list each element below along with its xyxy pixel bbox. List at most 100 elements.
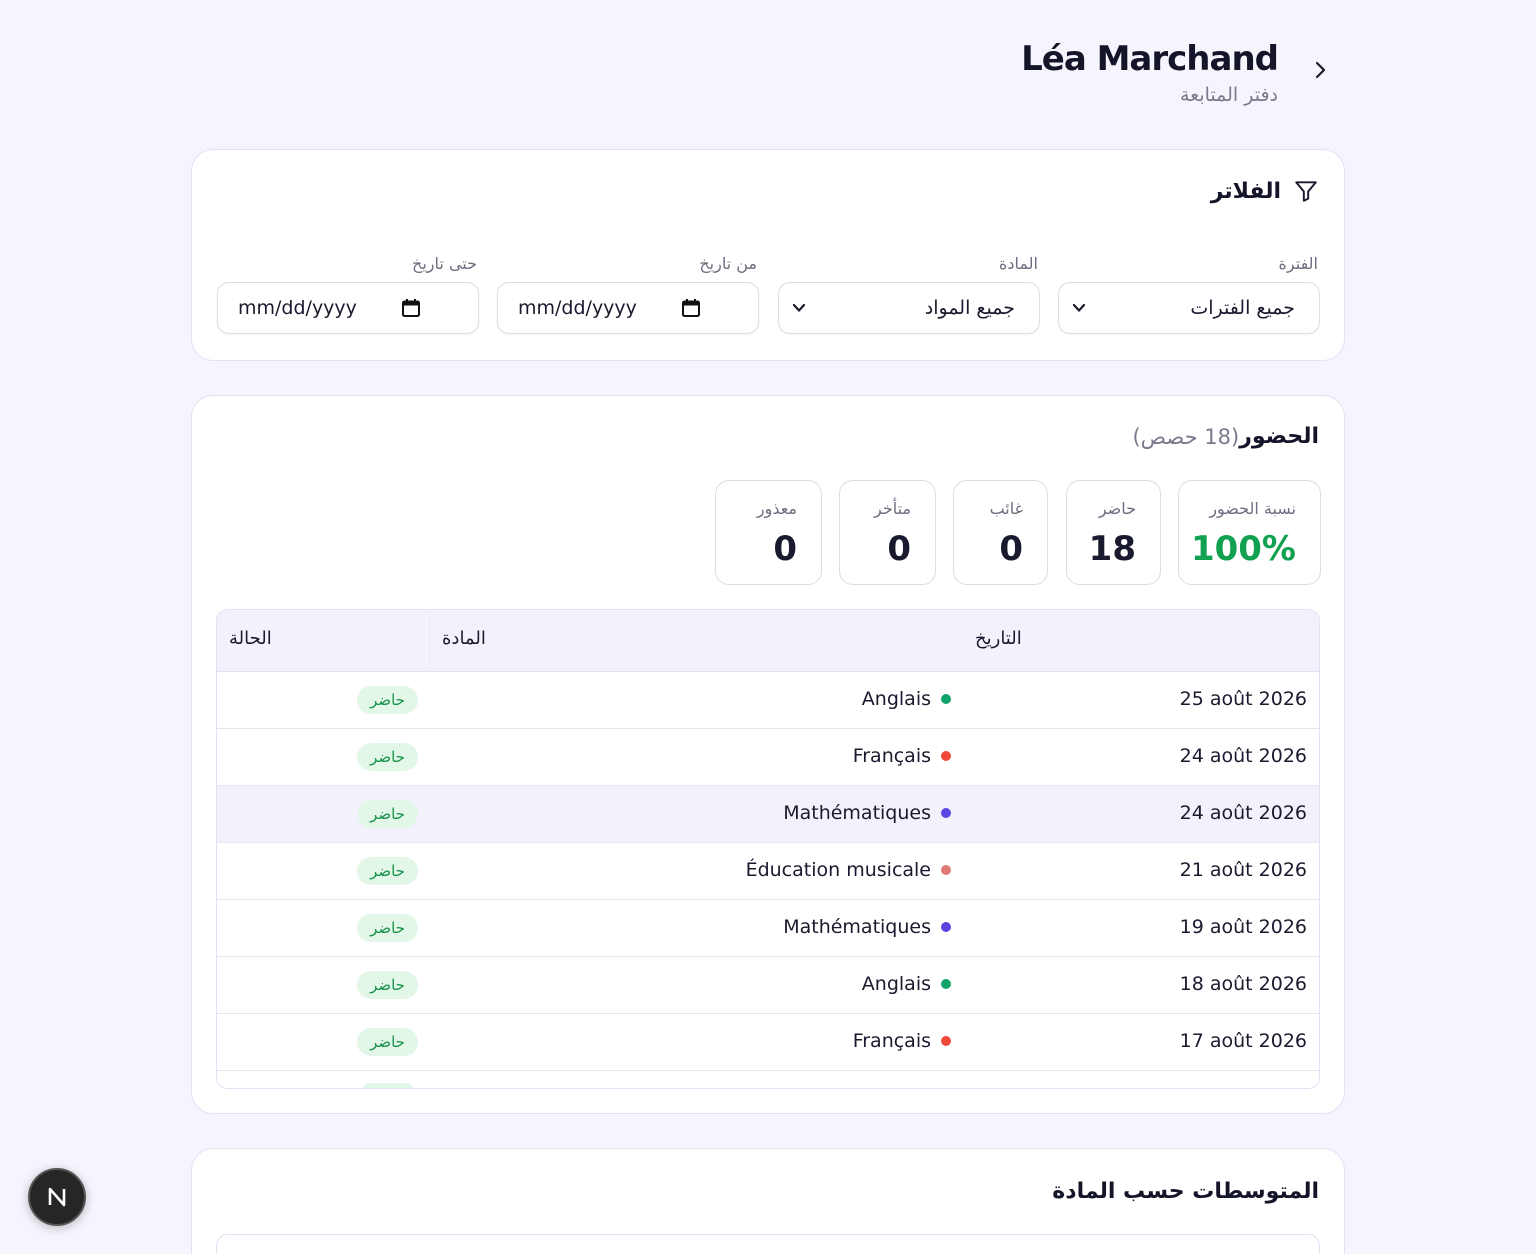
status-badge: حاضر [357, 914, 418, 942]
from-date-value: mm/dd/yyyy [518, 297, 637, 319]
row-subject: Anglais [862, 688, 951, 710]
to-date-input[interactable]: mm/dd/yyyy [217, 282, 479, 334]
averages-table [216, 1234, 1320, 1254]
stat-late-label: متأخر [874, 499, 911, 518]
row-subject-label: Français [852, 745, 931, 767]
table-row-partial[interactable] [217, 1071, 1319, 1088]
stat-excused: معذور 0 [715, 480, 822, 585]
table-row[interactable]: 18 août 2026 Anglais حاضر [217, 957, 1319, 1014]
table-row[interactable]: 21 août 2026 Éducation musicale حاضر [217, 843, 1319, 900]
subject-select-value: جميع المواد [924, 297, 1015, 319]
to-date-label: حتى تاريخ [412, 254, 477, 273]
table-row[interactable]: 24 août 2026 Mathématiques حاضر [217, 786, 1319, 843]
column-subject[interactable]: المادة [442, 628, 486, 649]
from-date-label: من تاريخ [699, 254, 757, 273]
stat-excused-label: معذور [756, 499, 797, 518]
stat-absent-value: 0 [999, 529, 1023, 569]
subject-filter: المادة جميع المواد [778, 250, 1040, 334]
stat-rate: نسبة الحضور 100% [1178, 480, 1321, 585]
chevron-right-icon [1315, 61, 1326, 79]
filters-card: الفلاتر الفترة جميع الفترات المادة جميع … [191, 149, 1345, 361]
table-header: الحالة المادة التاريخ [217, 610, 1319, 672]
chevron-down-icon [1072, 303, 1086, 312]
averages-card: المتوسطات حسب المادة [191, 1148, 1345, 1254]
row-date: 19 août 2026 [1179, 916, 1307, 938]
subject-color-dot [941, 1036, 951, 1046]
attendance-heading: الحضور (18 حصص) [1132, 424, 1319, 449]
stat-absent: غائب 0 [953, 480, 1048, 585]
subject-color-dot [941, 922, 951, 932]
row-date: 25 août 2026 [1179, 688, 1307, 710]
nextjs-dev-badge[interactable] [28, 1168, 86, 1226]
back-button[interactable] [1308, 58, 1332, 82]
title-block: Léa Marchand دفتر المتابعة [1021, 36, 1279, 106]
subject-color-dot [941, 808, 951, 818]
table-row[interactable]: 17 août 2026 Français حاضر [217, 1014, 1319, 1071]
chevron-down-icon [792, 303, 806, 312]
column-date[interactable]: التاريخ [975, 628, 1022, 649]
table-row[interactable]: 24 août 2026 Français حاضر [217, 729, 1319, 786]
stat-late-value: 0 [887, 529, 911, 569]
stat-rate-value: 100% [1190, 529, 1296, 569]
subject-color-dot [941, 694, 951, 704]
status-badge: حاضر [357, 857, 418, 885]
subject-select[interactable]: جميع المواد [778, 282, 1040, 334]
row-date: 24 août 2026 [1179, 745, 1307, 767]
status-badge: حاضر [357, 971, 418, 999]
status-badge: حاضر [357, 800, 418, 828]
stat-excused-value: 0 [773, 529, 797, 569]
stat-absent-label: غائب [989, 499, 1023, 518]
period-select-value: جميع الفترات [1190, 297, 1295, 319]
column-divider [429, 610, 430, 672]
table-row[interactable]: 19 août 2026 Mathématiques حاضر [217, 900, 1319, 957]
page-title: Léa Marchand [1021, 39, 1279, 79]
row-date: 21 août 2026 [1179, 859, 1307, 881]
filter-icon [1295, 181, 1317, 202]
stat-rate-label: نسبة الحضور [1209, 499, 1296, 518]
attendance-table: الحالة المادة التاريخ 25 août 2026 Angla… [216, 609, 1320, 1089]
to-date-value: mm/dd/yyyy [238, 297, 357, 319]
page-header: Léa Marchand دفتر المتابعة [192, 36, 1344, 126]
row-date: 24 août 2026 [1179, 802, 1307, 824]
row-subject-label: Anglais [861, 688, 931, 710]
filters-heading-label: الفلاتر [1210, 178, 1281, 204]
row-subject-label: Mathématiques [783, 916, 931, 938]
status-badge: حاضر [357, 743, 418, 771]
attendance-heading-label: الحضور [1239, 424, 1319, 449]
period-select[interactable]: جميع الفترات [1058, 282, 1320, 334]
row-subject-label: Français [852, 1030, 931, 1052]
row-subject: Anglais [862, 973, 951, 995]
table-row[interactable]: 25 août 2026 Anglais حاضر [217, 672, 1319, 729]
row-subject: Français [853, 1030, 951, 1052]
subject-label: المادة [999, 254, 1038, 273]
stat-present: حاضر 18 [1066, 480, 1161, 585]
from-date-filter: من تاريخ mm/dd/yyyy [497, 250, 759, 334]
calendar-icon[interactable] [401, 298, 421, 318]
column-status[interactable]: الحالة [229, 628, 272, 649]
subject-color-dot [941, 979, 951, 989]
row-subject: Éducation musicale [746, 859, 951, 881]
attendance-count: (18 حصص) [1132, 424, 1240, 449]
attendance-card: الحضور (18 حصص) نسبة الحضور 100% حاضر 18… [191, 395, 1345, 1114]
row-subject-label: Anglais [861, 973, 931, 995]
subject-color-dot [941, 751, 951, 761]
nextjs-icon [48, 1187, 66, 1207]
row-subject-label: Éducation musicale [745, 859, 931, 881]
period-filter: الفترة جميع الفترات [1058, 250, 1320, 334]
row-subject: Mathématiques [783, 916, 951, 938]
row-date: 18 août 2026 [1179, 973, 1307, 995]
row-date: 17 août 2026 [1179, 1030, 1307, 1052]
stat-late: متأخر 0 [839, 480, 936, 585]
period-label: الفترة [1278, 254, 1318, 273]
stat-present-label: حاضر [1098, 499, 1136, 518]
from-date-input[interactable]: mm/dd/yyyy [497, 282, 759, 334]
filters-heading: الفلاتر [1211, 178, 1319, 204]
status-badge: حاضر [357, 1028, 418, 1056]
page-subtitle: دفتر المتابعة [1179, 84, 1278, 106]
status-badge: حاضر [357, 686, 418, 714]
averages-heading: المتوسطات حسب المادة [1052, 1179, 1319, 1204]
subject-color-dot [941, 865, 951, 875]
row-subject-label: Mathématiques [783, 802, 931, 824]
calendar-icon[interactable] [681, 298, 701, 318]
status-badge-partial [363, 1083, 413, 1088]
